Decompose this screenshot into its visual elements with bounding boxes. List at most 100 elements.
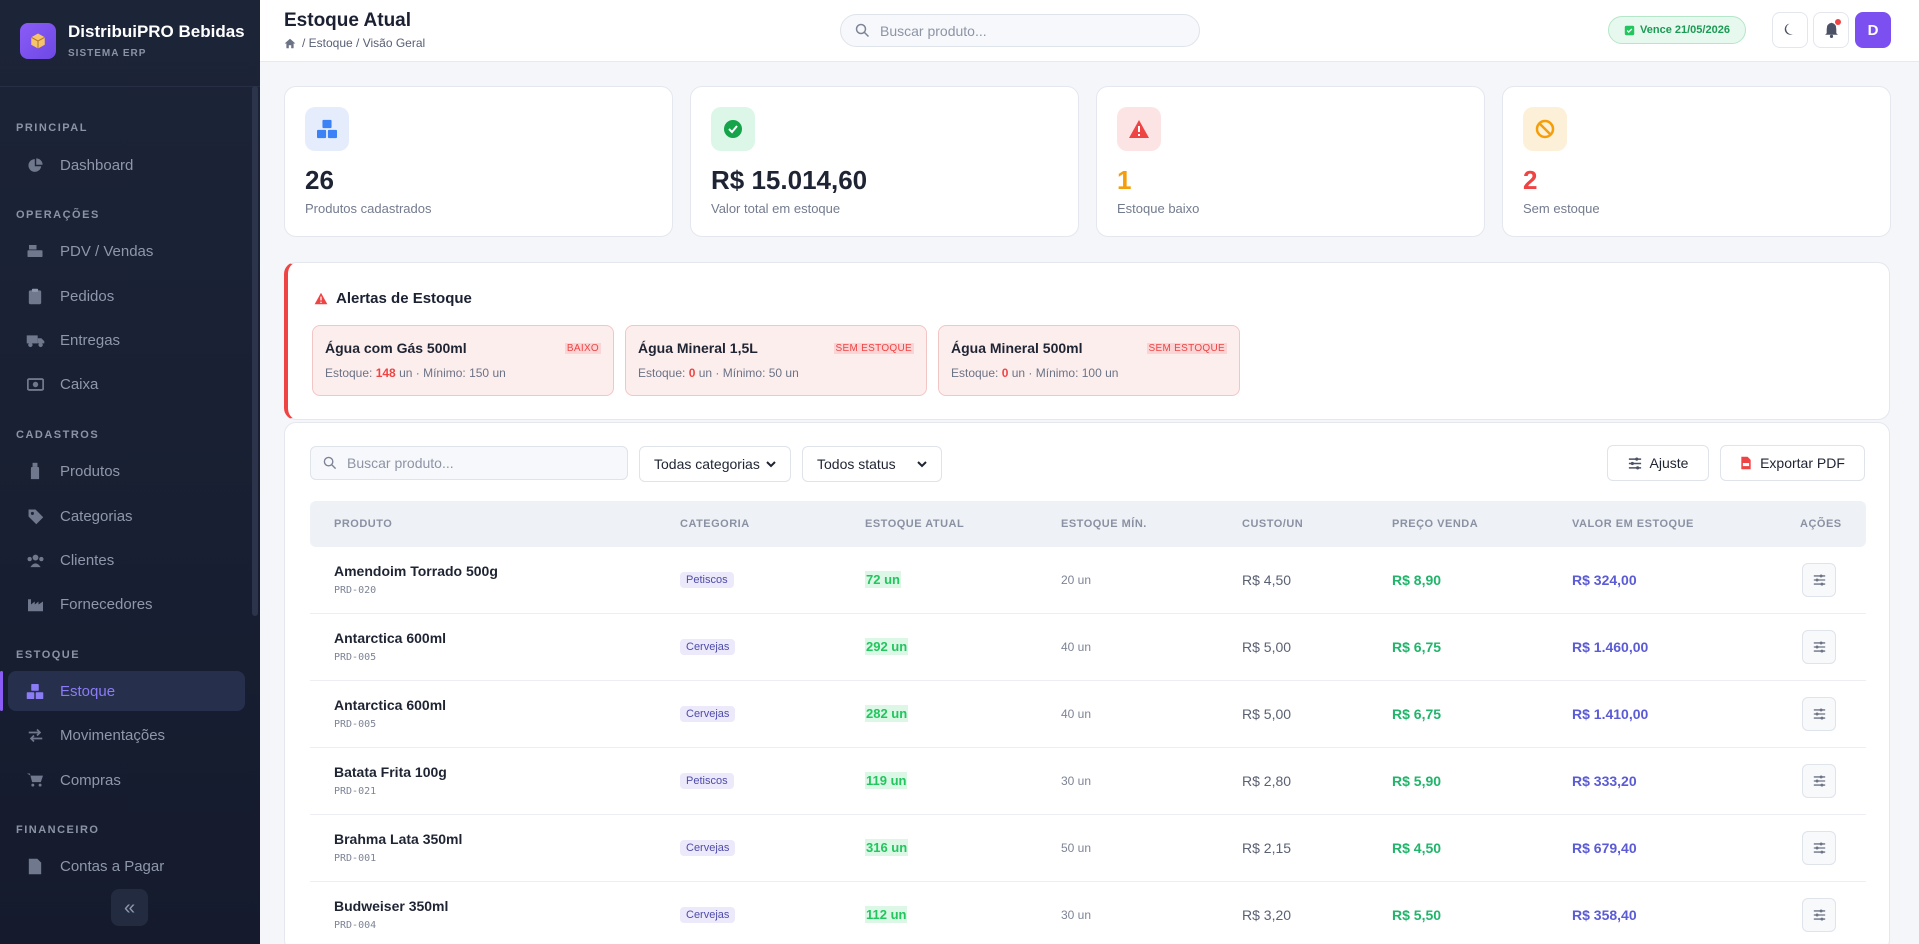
sidebar-item-label: Entregas	[60, 331, 121, 349]
adjust-button-label: Ajuste	[1649, 455, 1689, 471]
category-badge: Cervejas	[680, 840, 736, 856]
table-row[interactable]: Antarctica 600ml PRD-005 Cervejas 282 un 40 …	[310, 681, 1866, 748]
stock-value: R$ 1.460,00	[1572, 639, 1649, 655]
nav-section-principal: PRINCIPAL	[16, 122, 88, 134]
table-row[interactable]: Batata Frita 100g PRD-021 Petiscos 119 un 30…	[310, 748, 1866, 815]
stat-card-estoque-baixo: 1 Estoque baixo	[1096, 86, 1485, 237]
adjust-row-button[interactable]	[1802, 697, 1836, 731]
sidebar-scrollbar[interactable]	[252, 86, 258, 616]
alert-detail: Estoque: 0 un · Mínimo: 100 un	[951, 366, 1118, 380]
column-header-preco-venda[interactable]: PREÇO VENDA	[1392, 518, 1478, 530]
sidebar-item-label: Clientes	[60, 551, 115, 569]
global-search[interactable]	[840, 14, 1200, 47]
breadcrumb-path[interactable]: / Estoque / Visão Geral	[302, 36, 425, 50]
stat-label: Produtos cadastrados	[305, 201, 432, 216]
sidebar-item-categorias[interactable]: Categorias	[8, 496, 245, 536]
sidebar-item-clientes[interactable]: Clientes	[8, 540, 245, 580]
column-header-custo[interactable]: CUSTO/UN	[1242, 518, 1303, 530]
alert-card[interactable]: Água Mineral 500ml SEM ESTOQUE Estoque: …	[938, 325, 1240, 396]
sale-price: R$ 4,50	[1392, 840, 1442, 856]
minimum-stock: 50 un	[1061, 841, 1092, 855]
stat-card-produtos: 26 Produtos cadastrados	[284, 86, 673, 237]
column-header-categoria[interactable]: CATEGORIA	[680, 518, 750, 530]
adjust-row-button[interactable]	[1802, 563, 1836, 597]
home-icon[interactable]	[284, 38, 296, 49]
table-row[interactable]: Brahma Lata 350ml PRD-001 Cervejas 316 un 50…	[310, 815, 1866, 882]
alert-product-name: Água com Gás 500ml	[325, 340, 467, 356]
minimum-stock: 30 un	[1061, 908, 1092, 922]
category-filter-select[interactable]: Todas categorias	[639, 446, 791, 482]
product-name: Antarctica 600ml	[334, 630, 447, 646]
sidebar-item-entregas[interactable]: Entregas	[8, 320, 245, 360]
chevrons-left-icon: «	[123, 896, 136, 919]
avatar[interactable]: D	[1855, 12, 1891, 48]
product-code: PRD-021	[334, 786, 377, 797]
current-stock: 72 un	[865, 571, 901, 588]
product-code: PRD-005	[334, 652, 377, 663]
sidebar: DistribuiPRO Bebidas SISTEMA ERP PRINCIP…	[0, 0, 260, 944]
export-pdf-button[interactable]: Exportar PDF	[1720, 445, 1865, 481]
cart-icon	[25, 770, 45, 790]
sidebar-item-contas-a-pagar[interactable]: Contas a Pagar	[8, 846, 245, 886]
sidebar-item-dashboard[interactable]: Dashboard	[8, 145, 245, 185]
current-stock: 316 un	[865, 839, 909, 856]
column-header-estoque-atual[interactable]: ESTOQUE ATUAL	[865, 518, 964, 530]
sidebar-item-pdv[interactable]: PDV / Vendas	[8, 231, 245, 271]
license-expiry-badge: Vence 21/05/2026	[1608, 16, 1746, 44]
category-badge: Cervejas	[680, 639, 736, 655]
brand[interactable]: DistribuiPRO Bebidas SISTEMA ERP	[20, 22, 245, 59]
users-icon	[25, 550, 45, 570]
sidebar-item-pedidos[interactable]: Pedidos	[8, 276, 245, 316]
sidebar-item-caixa[interactable]: Caixa	[8, 364, 245, 404]
sale-price: R$ 6,75	[1392, 706, 1442, 722]
adjust-row-button[interactable]	[1802, 630, 1836, 664]
adjust-row-button[interactable]	[1802, 764, 1836, 798]
industry-icon	[25, 594, 45, 614]
adjust-button[interactable]: Ajuste	[1607, 445, 1709, 481]
alert-product-name: Água Mineral 1,5L	[638, 340, 758, 356]
product-name: Batata Frita 100g	[334, 764, 447, 780]
stat-value: 26	[305, 165, 334, 195]
product-name: Budweiser 350ml	[334, 898, 449, 914]
sidebar-item-movimentacoes[interactable]: Movimentações	[8, 715, 245, 755]
product-search[interactable]	[310, 446, 628, 480]
alert-card[interactable]: Água com Gás 500ml BAIXO Estoque: 148 un…	[312, 325, 614, 396]
product-search-input[interactable]	[347, 455, 607, 471]
product-code: PRD-020	[334, 585, 377, 596]
nav-section-cadastros: CADASTROS	[16, 429, 100, 441]
alert-status-tag: BAIXO	[564, 343, 601, 354]
unit-cost: R$ 5,00	[1242, 706, 1292, 722]
money-icon	[25, 374, 45, 394]
column-header-produto[interactable]: PRODUTO	[334, 518, 392, 530]
category-filter-value: Todas categorias	[654, 456, 760, 472]
product-code: PRD-004	[334, 920, 377, 931]
sidebar-item-estoque[interactable]: Estoque	[0, 671, 245, 711]
table-row[interactable]: Antarctica 600ml PRD-005 Cervejas 292 un 40 …	[310, 614, 1866, 681]
top-header: Estoque Atual / Estoque / Visão Geral Ve…	[260, 0, 1919, 62]
product-name: Antarctica 600ml	[334, 697, 447, 713]
product-name: Brahma Lata 350ml	[334, 831, 463, 847]
status-filter-select[interactable]: Todos status	[802, 446, 942, 482]
table-row[interactable]: Amendoim Torrado 500g PRD-020 Petiscos 72 u…	[310, 547, 1866, 614]
theme-toggle-button[interactable]	[1772, 12, 1808, 48]
adjust-row-button[interactable]	[1802, 898, 1836, 932]
column-header-valor-estoque[interactable]: VALOR EM ESTOQUE	[1572, 518, 1694, 530]
sidebar-item-compras[interactable]: Compras	[8, 760, 245, 800]
product-code: PRD-001	[334, 853, 377, 864]
table-header: PRODUTO CATEGORIA ESTOQUE ATUAL ESTOQUE …	[310, 501, 1866, 547]
notifications-button[interactable]	[1813, 12, 1849, 48]
alert-card[interactable]: Água Mineral 1,5L SEM ESTOQUE Estoque: 0…	[625, 325, 927, 396]
collapse-sidebar-button[interactable]: «	[111, 889, 148, 926]
column-header-estoque-min[interactable]: ESTOQUE MÍN.	[1061, 518, 1147, 530]
sidebar-item-fornecedores[interactable]: Fornecedores	[8, 584, 245, 624]
alerts-title: Alertas de Estoque	[314, 290, 472, 307]
adjust-row-button[interactable]	[1802, 831, 1836, 865]
sidebar-item-label: Categorias	[60, 507, 133, 525]
category-badge: Petiscos	[680, 773, 734, 789]
current-stock: 119 un	[865, 772, 908, 789]
table-row[interactable]: Budweiser 350ml PRD-004 Cervejas 112 un 30 u…	[310, 882, 1866, 944]
export-pdf-label: Exportar PDF	[1760, 455, 1845, 471]
global-search-input[interactable]	[880, 22, 1180, 39]
sidebar-item-produtos[interactable]: Produtos	[8, 451, 245, 491]
stat-value: 2	[1523, 165, 1538, 195]
